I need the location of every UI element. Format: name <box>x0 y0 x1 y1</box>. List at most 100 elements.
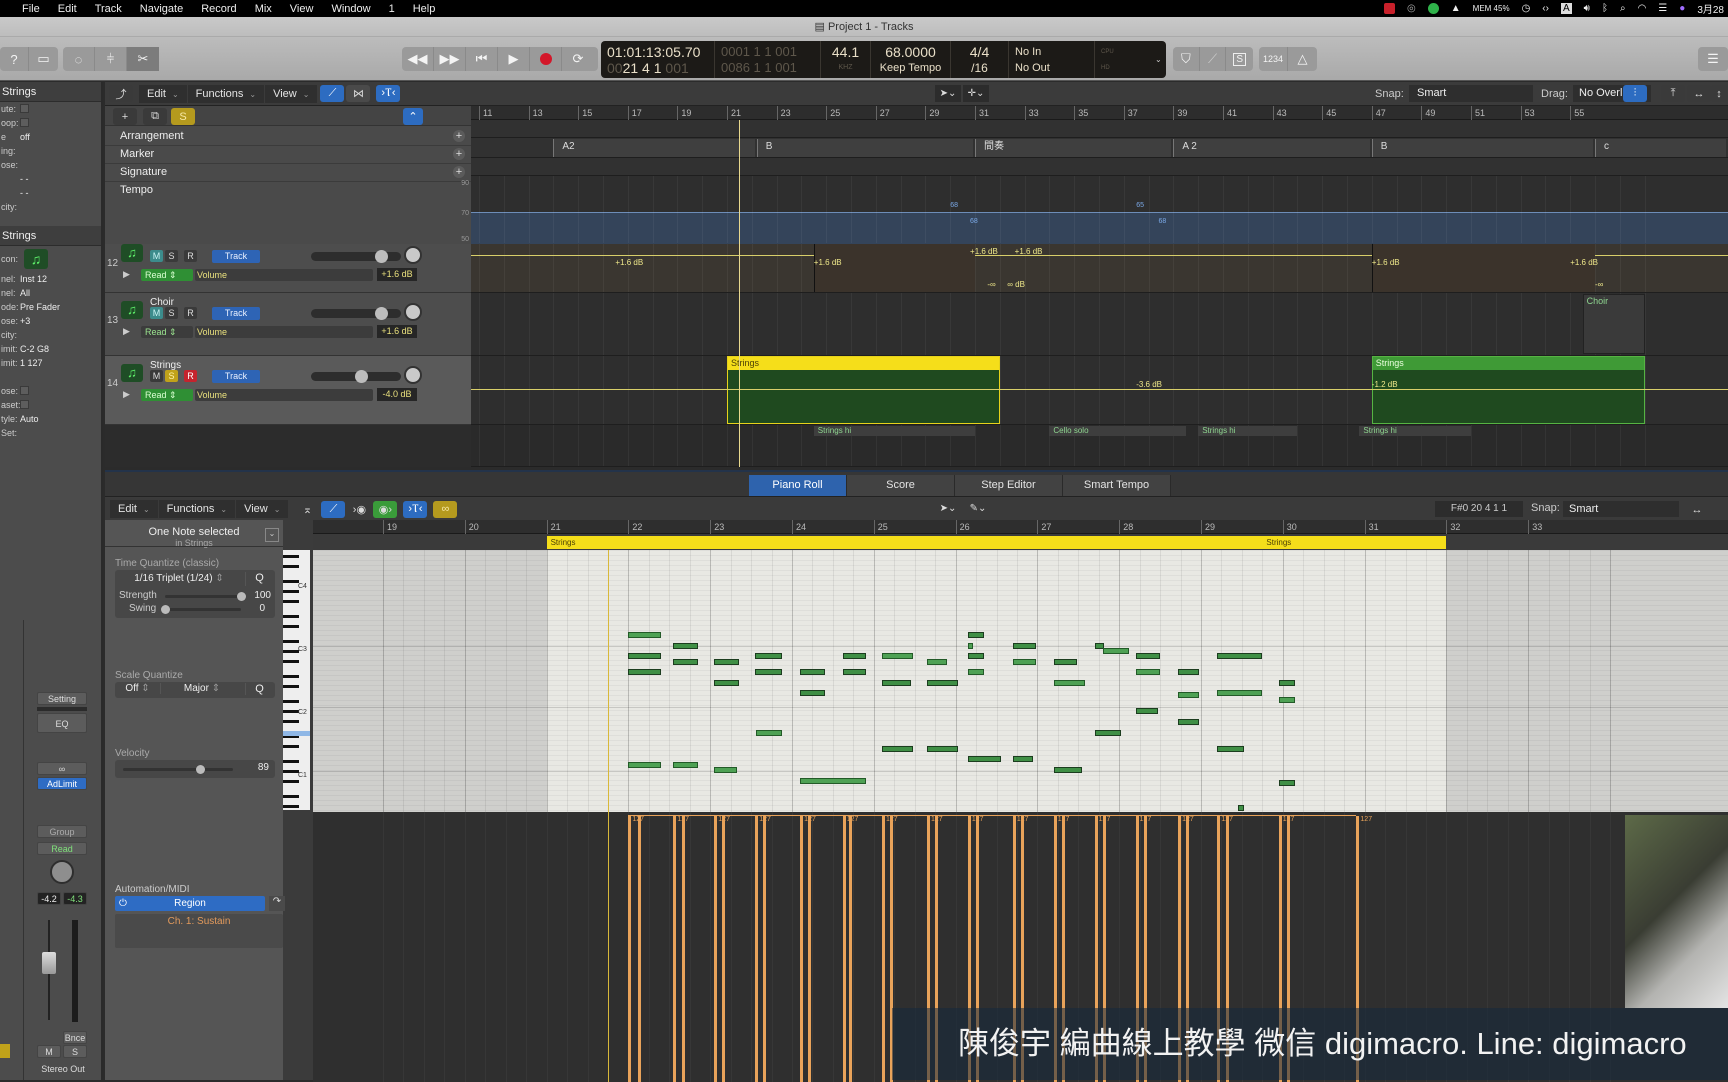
tempo-point[interactable]: 68 <box>950 202 958 209</box>
marker[interactable]: B <box>1371 139 1593 157</box>
midi-note[interactable] <box>714 680 739 686</box>
tempo-track-header[interactable]: Tempo 90 70 50 <box>105 180 471 246</box>
menu-record[interactable]: Record <box>192 3 245 15</box>
automation-label[interactable]: ∞ dB <box>1007 280 1025 289</box>
marker-lane[interactable]: A2 B 間奏 A 2Bc <box>471 138 1728 158</box>
time-quantize-q-button[interactable]: Q <box>245 572 273 586</box>
track-header-13[interactable]: 13 ♫ Choir M S R Track ▶ Read ⇕ Volume +1.6 dB <box>105 293 471 356</box>
creative-cloud-icon[interactable]: ◎ <box>1407 3 1416 14</box>
midi-note[interactable] <box>628 632 662 638</box>
editor-horizontal-zoom[interactable]: ↔ <box>1685 501 1709 518</box>
black-key[interactable] <box>283 650 299 653</box>
midi-note-selected[interactable] <box>1237 805 1244 811</box>
midi-note[interactable] <box>1178 692 1199 698</box>
midi-note[interactable] <box>1278 697 1296 703</box>
automation-parameter-select[interactable]: Volume <box>195 326 373 338</box>
automation-parameter-select[interactable]: Ch. 1: Sustain <box>115 914 283 948</box>
track-automation-mode-button[interactable]: Track <box>212 250 260 263</box>
track-icon[interactable]: ♫ <box>24 249 48 269</box>
midi-note[interactable] <box>1094 730 1121 736</box>
marker[interactable]: 間奏 <box>975 139 1172 157</box>
strip-solo-button[interactable]: S <box>63 1045 87 1058</box>
velocity-stem[interactable] <box>628 816 632 1082</box>
setting-button[interactable]: Setting <box>37 692 87 705</box>
replace-button[interactable]: ⛉ <box>1173 47 1200 71</box>
mem-indicator[interactable]: MEM 45% <box>1473 4 1510 13</box>
menu-file[interactable]: File <box>13 3 49 15</box>
midi-note[interactable] <box>967 643 973 649</box>
scale-quantize-q-button[interactable]: Q <box>245 683 273 695</box>
link-button[interactable]: ∞ <box>37 762 87 775</box>
midi-note[interactable] <box>800 778 866 784</box>
automation-label[interactable]: +1.6 dB <box>615 258 643 267</box>
volume-slider[interactable] <box>311 250 401 263</box>
midi-note[interactable] <box>967 653 985 659</box>
region-inspector-header[interactable]: Strings <box>0 82 101 102</box>
velocity-stem[interactable] <box>808 816 812 1082</box>
time-quantize-select[interactable]: 1/16 Triplet (1/24) ⇕ <box>115 572 243 586</box>
editor-automation-button[interactable]: ⟋ <box>321 500 346 518</box>
link-button[interactable]: ∞ <box>433 500 458 518</box>
param-value[interactable]: Pre Fader <box>20 300 60 314</box>
track-inspector-header[interactable]: Strings <box>0 226 101 246</box>
midi-note[interactable] <box>756 730 783 736</box>
black-key[interactable] <box>283 685 299 688</box>
waveform-zoom-button[interactable]: ⫶ <box>1623 85 1647 102</box>
group-button[interactable]: Group <box>37 825 87 838</box>
back-button[interactable]: ⤴ <box>109 85 133 102</box>
catch-button[interactable]: ›Ⲧ‹ <box>376 85 401 102</box>
tab-score[interactable]: Score <box>847 475 955 496</box>
midi-note[interactable] <box>842 669 866 675</box>
piano-roll-grid[interactable] <box>313 550 1728 812</box>
velocity-stem[interactable] <box>638 816 642 1082</box>
bounce-button[interactable]: Bnce <box>63 1031 87 1044</box>
pan-knob[interactable] <box>404 303 422 321</box>
mixer-button[interactable]: ⫩ <box>95 47 127 71</box>
lcd-midi-io[interactable]: No In No Out <box>1009 41 1095 78</box>
signature-lane[interactable] <box>471 158 1728 176</box>
siri-icon[interactable]: ● <box>1679 3 1685 14</box>
automation-read-select[interactable]: Read ⇕ <box>141 389 193 401</box>
collapse-button[interactable]: ⌅ <box>295 500 320 518</box>
script-icon[interactable]: ‹› <box>1542 3 1549 14</box>
track-lane-14[interactable]: Strings Strings -3.6 dB -1.2 dB <box>471 356 1728 425</box>
tempo-point[interactable]: 65 <box>1136 202 1144 209</box>
rewind-button[interactable]: ◀◀ <box>402 47 434 71</box>
velocity-stem[interactable] <box>881 816 885 1082</box>
velocity-stem[interactable] <box>722 816 726 1082</box>
global-tracks-toggle[interactable]: ⌃ <box>403 108 423 125</box>
midi-note[interactable] <box>926 659 948 665</box>
track-automation-mode-button[interactable]: Track <box>212 370 260 383</box>
wifi-icon[interactable]: ◠ <box>1638 3 1647 14</box>
slider-knob[interactable] <box>375 250 389 263</box>
velocity-slider[interactable] <box>123 765 233 774</box>
flex-button[interactable]: ⋈ <box>346 85 371 102</box>
midi-note[interactable] <box>1135 669 1161 675</box>
track-header-14[interactable]: 14 ♫ Strings M S R Track ▶ Read ⇕ Volume -4.0 dB <box>105 356 471 425</box>
param-value[interactable]: 1 127 <box>20 356 43 370</box>
vertical-zoom-button[interactable]: ⤒ <box>1661 85 1685 102</box>
param-value[interactable]: +3 <box>20 314 30 328</box>
track-instrument-icon[interactable]: ♫ <box>121 301 143 319</box>
editor-pencil-tool[interactable]: ✎⌄ <box>965 501 991 517</box>
sub-region[interactable]: Strings hi <box>813 426 975 436</box>
black-key[interactable] <box>283 720 299 723</box>
param-checkbox[interactable] <box>20 400 29 409</box>
zoom-menu-button[interactable]: ↕ <box>1711 85 1727 102</box>
midi-note[interactable] <box>714 767 738 773</box>
horizontal-zoom-button[interactable]: ↔ <box>1687 85 1711 102</box>
param-value[interactable]: Inst 12 <box>20 272 47 286</box>
midi-note[interactable] <box>881 746 914 752</box>
menu-window[interactable]: Window <box>322 3 379 15</box>
slider-knob[interactable] <box>237 592 246 601</box>
smart-controls-button[interactable]: ◌ <box>63 47 95 71</box>
black-key[interactable] <box>283 640 299 643</box>
control-center-icon[interactable]: ☰ <box>1658 3 1667 14</box>
disclosure-triangle[interactable]: ▶ <box>123 269 130 280</box>
midi-note[interactable] <box>800 669 825 675</box>
track-automation-mode-button[interactable]: Track <box>212 307 260 320</box>
midi-note[interactable] <box>673 659 698 665</box>
automation-read-select[interactable]: Read ⇕ <box>141 326 193 338</box>
param-checkbox[interactable] <box>20 104 29 113</box>
quick-help-button[interactable]: ? <box>0 47 30 71</box>
